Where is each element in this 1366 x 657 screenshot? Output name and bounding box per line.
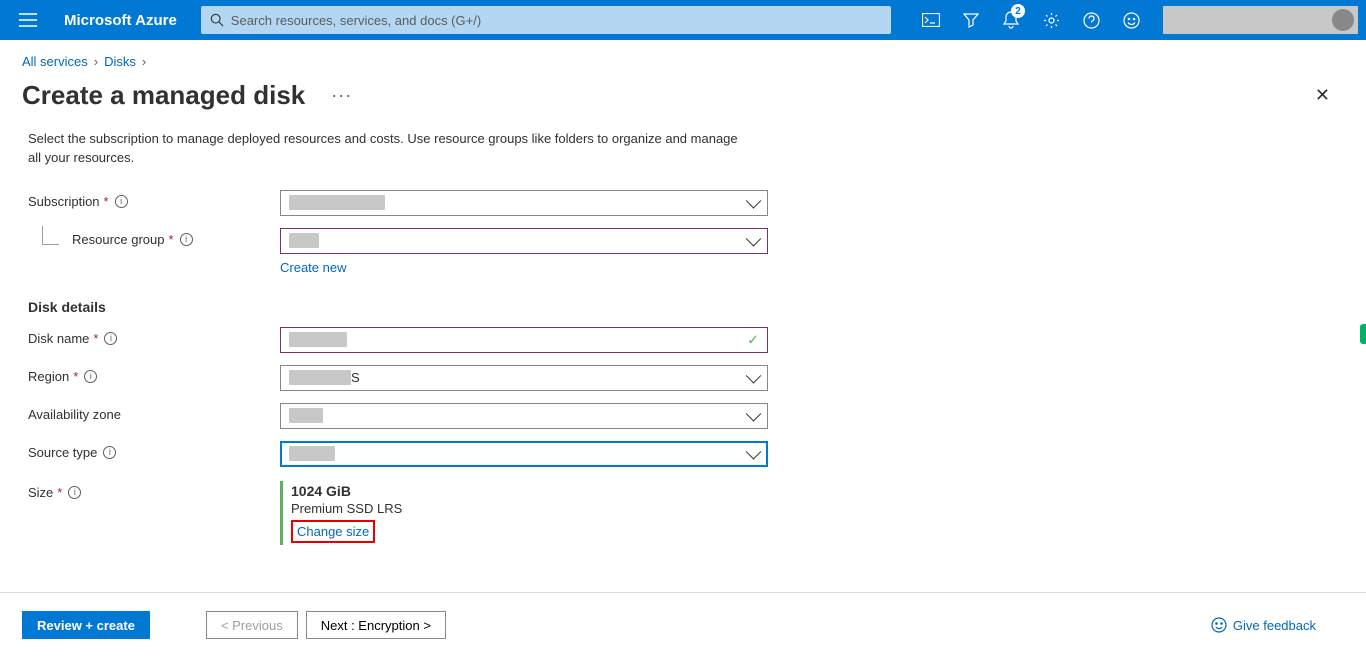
breadcrumb-root[interactable]: All services <box>22 54 88 69</box>
checkmark-icon: ✓ <box>747 331 759 348</box>
directory-filter-icon[interactable] <box>953 0 989 40</box>
next-button[interactable]: Next : Encryption > <box>306 611 446 639</box>
wizard-footer: Review + create < Previous Next : Encryp… <box>0 593 1366 657</box>
brand-label[interactable]: Microsoft Azure <box>56 12 193 29</box>
disk-details-heading: Disk details <box>28 299 1344 315</box>
menu-icon[interactable] <box>8 0 48 40</box>
info-icon[interactable]: i <box>103 446 116 459</box>
size-summary: 1024 GiB Premium SSD LRS Change size <box>280 481 768 545</box>
help-icon[interactable] <box>1073 0 1109 40</box>
subscription-label: Subscription <box>28 194 100 209</box>
required-indicator: * <box>73 369 78 384</box>
resource-group-dropdown[interactable] <box>280 228 768 254</box>
info-icon[interactable]: i <box>115 195 128 208</box>
region-label: Region <box>28 369 69 384</box>
chevron-right-icon: › <box>142 54 146 69</box>
info-icon[interactable]: i <box>180 233 193 246</box>
notification-badge: 2 <box>1011 4 1025 18</box>
region-dropdown[interactable]: S <box>280 365 768 391</box>
account-menu[interactable] <box>1163 6 1358 34</box>
intro-text: Select the subscription to manage deploy… <box>28 130 748 168</box>
required-indicator: * <box>169 232 174 247</box>
settings-icon[interactable] <box>1033 0 1069 40</box>
feedback-icon <box>1211 617 1227 633</box>
more-actions-icon[interactable]: ··· <box>331 85 352 106</box>
page-title: Create a managed disk <box>22 80 305 111</box>
topbar-icons: 2 <box>913 0 1358 40</box>
notifications-icon[interactable]: 2 <box>993 0 1029 40</box>
size-value: 1024 GiB <box>291 483 768 499</box>
source-type-dropdown[interactable] <box>280 441 768 467</box>
source-type-label: Source type <box>28 445 97 460</box>
top-bar: Microsoft Azure 2 <box>0 0 1366 40</box>
global-search[interactable] <box>201 6 891 34</box>
side-tab-icon[interactable] <box>1360 324 1366 344</box>
disk-name-input[interactable]: ✓ <box>280 327 768 353</box>
info-icon[interactable]: i <box>104 332 117 345</box>
change-size-link[interactable]: Change size <box>291 520 375 543</box>
size-sku: Premium SSD LRS <box>291 501 768 516</box>
search-input[interactable] <box>231 13 883 28</box>
form-content: Select the subscription to manage deploy… <box>0 122 1366 593</box>
give-feedback-link[interactable]: Give feedback <box>1211 617 1316 633</box>
required-indicator: * <box>57 485 62 500</box>
cloud-shell-icon[interactable] <box>913 0 949 40</box>
availability-zone-dropdown[interactable] <box>280 403 768 429</box>
required-indicator: * <box>104 194 109 209</box>
previous-button[interactable]: < Previous <box>206 611 298 639</box>
breadcrumb-disks[interactable]: Disks <box>104 54 136 69</box>
info-icon[interactable]: i <box>84 370 97 383</box>
required-indicator: * <box>93 331 98 346</box>
close-icon[interactable]: ✕ <box>1307 77 1338 114</box>
availability-zone-label: Availability zone <box>28 407 121 422</box>
give-feedback-label: Give feedback <box>1233 618 1316 633</box>
subscription-dropdown[interactable] <box>280 190 768 216</box>
resource-group-label: Resource group <box>72 232 165 247</box>
review-create-button[interactable]: Review + create <box>22 611 150 639</box>
breadcrumb: All services › Disks › <box>0 40 1366 75</box>
create-new-link[interactable]: Create new <box>280 260 346 275</box>
info-icon[interactable]: i <box>68 486 81 499</box>
feedback-smiley-icon[interactable] <box>1113 0 1149 40</box>
size-label: Size <box>28 485 53 500</box>
chevron-right-icon: › <box>94 54 98 69</box>
search-icon <box>209 13 225 27</box>
disk-name-label: Disk name <box>28 331 89 346</box>
